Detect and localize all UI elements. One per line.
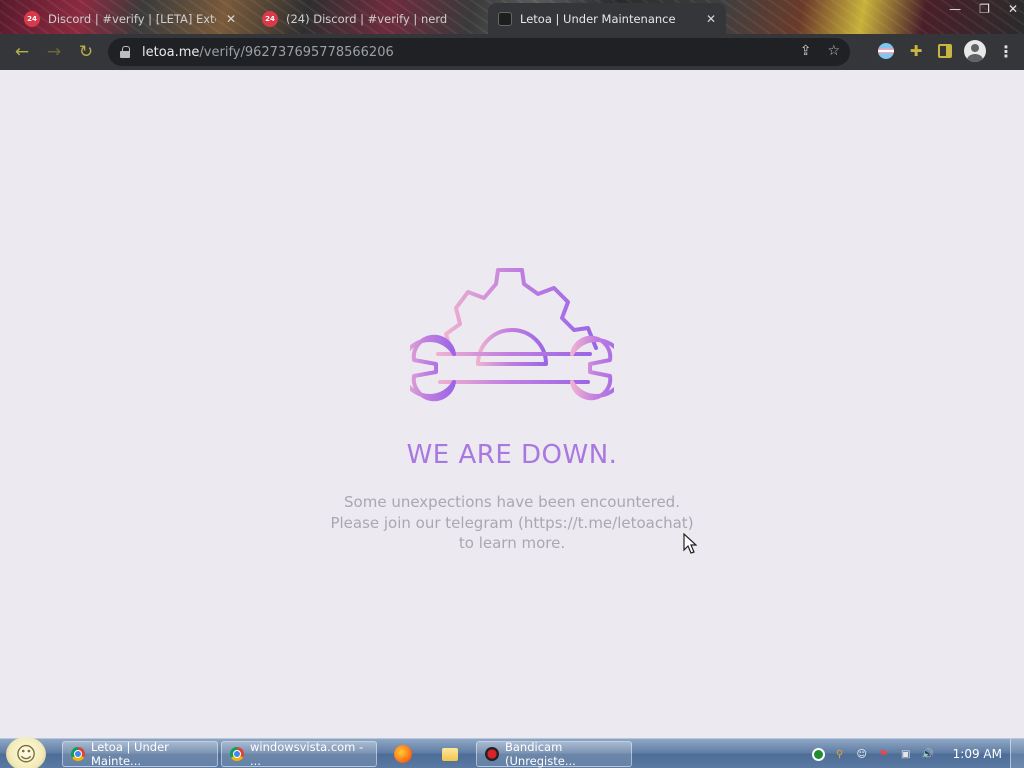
- start-button[interactable]: ☺: [6, 737, 46, 768]
- taskbar-item-windowsvista[interactable]: windowsvista.com - ...: [221, 740, 377, 768]
- toolbar-extensions: ✚ ⋮: [878, 40, 1014, 62]
- chrome-icon: [230, 747, 244, 761]
- letoa-favicon-icon: [498, 11, 512, 26]
- tray-search-icon[interactable]: ⚲: [833, 747, 847, 761]
- discord-favicon-icon: 24: [262, 10, 278, 27]
- side-panel-icon[interactable]: [938, 44, 952, 58]
- close-window-icon[interactable]: ✕: [1008, 2, 1018, 16]
- folder-icon[interactable]: [442, 748, 458, 761]
- tab-close-icon[interactable]: ✕: [226, 12, 236, 26]
- message-line: Please join our telegram (https://t.me/l…: [330, 513, 694, 532]
- tab-title: Discord | #verify | [LETA] Exte: [48, 11, 216, 26]
- tab-close-icon[interactable]: ✕: [706, 12, 716, 26]
- lock-icon[interactable]: [120, 46, 130, 58]
- tab-title: (24) Discord | #verify | nerd: [286, 11, 448, 26]
- reload-icon[interactable]: ↻: [70, 36, 102, 68]
- share-icon[interactable]: ⇪: [800, 43, 812, 59]
- page-headline: WE ARE DOWN.: [406, 440, 618, 470]
- forward-icon[interactable]: →: [38, 36, 70, 68]
- message-line: to learn more.: [458, 534, 566, 552]
- chrome-icon: [71, 747, 85, 761]
- taskbar-item-bandicam[interactable]: Bandicam (Unregiste...: [476, 740, 632, 768]
- discord-favicon-icon: 24: [24, 10, 40, 27]
- tab-title: Letoa | Under Maintenance: [520, 11, 676, 26]
- browser-toolbar: ← → ↻ letoa.me/verify/962737695778566206…: [0, 34, 1024, 70]
- url-host: letoa.me: [142, 44, 200, 60]
- message-line: Some unexpections have been encountered.: [344, 493, 680, 511]
- browser-tab-strip: 24 Discord | #verify | [LETA] Exte ✕ 24 …: [0, 0, 1024, 34]
- restore-icon[interactable]: ❐: [979, 2, 990, 16]
- minimize-icon[interactable]: —: [949, 2, 961, 16]
- url-path: /verify/962737695778566206: [199, 44, 394, 60]
- tray-network-icon[interactable]: ▣: [899, 747, 913, 761]
- maintenance-message: Some unexpections have been encountered.…: [300, 492, 724, 554]
- firefox-icon[interactable]: [394, 745, 412, 763]
- show-desktop-button[interactable]: [1010, 739, 1024, 768]
- windows-taskbar: ☺ Letoa | Under Mainte... windowsvista.c…: [0, 737, 1024, 768]
- bookmark-star-icon[interactable]: ☆: [827, 43, 840, 59]
- flag-extension-icon[interactable]: [878, 43, 894, 59]
- tray-status-icon[interactable]: [811, 747, 825, 761]
- tray-flag-icon[interactable]: ⚑: [877, 747, 891, 761]
- tab-letoa-maintenance[interactable]: Letoa | Under Maintenance ✕: [488, 3, 726, 34]
- gear-wrench-maintenance-icon: [410, 268, 614, 402]
- address-bar[interactable]: letoa.me/verify/962737695778566206 ⇪ ☆: [108, 38, 850, 66]
- taskbar-item-label: Bandicam (Unregiste...: [505, 740, 576, 768]
- tray-emoji-icon[interactable]: ☺: [855, 747, 869, 761]
- tab-discord-verify-2[interactable]: 24 (24) Discord | #verify | nerd: [252, 5, 482, 32]
- bandicam-icon: [485, 747, 499, 761]
- back-icon[interactable]: ←: [6, 36, 38, 68]
- system-tray: ⚲ ☺ ⚑ ▣ 🔊 1:09 AM: [811, 739, 1002, 768]
- tab-discord-verify-1[interactable]: 24 Discord | #verify | [LETA] Exte ✕: [14, 5, 246, 32]
- taskbar-item-label: windowsvista.com - ...: [250, 740, 364, 768]
- taskbar-item-label: Letoa | Under Mainte...: [91, 740, 169, 768]
- mouse-pointer-icon: [683, 533, 697, 554]
- tray-volume-icon[interactable]: 🔊: [921, 747, 935, 761]
- address-bar-actions: ⇪ ☆: [800, 43, 840, 59]
- window-controls: — ❐ ✕: [949, 0, 1018, 16]
- maintenance-page: WE ARE DOWN. Some unexpections have been…: [0, 70, 1024, 738]
- browser-menu-icon[interactable]: ⋮: [998, 42, 1014, 61]
- taskbar-clock[interactable]: 1:09 AM: [953, 747, 1002, 761]
- profile-avatar-icon[interactable]: [964, 40, 986, 62]
- extensions-puzzle-icon[interactable]: ✚: [906, 41, 926, 61]
- taskbar-item-letoa[interactable]: Letoa | Under Mainte...: [62, 740, 218, 768]
